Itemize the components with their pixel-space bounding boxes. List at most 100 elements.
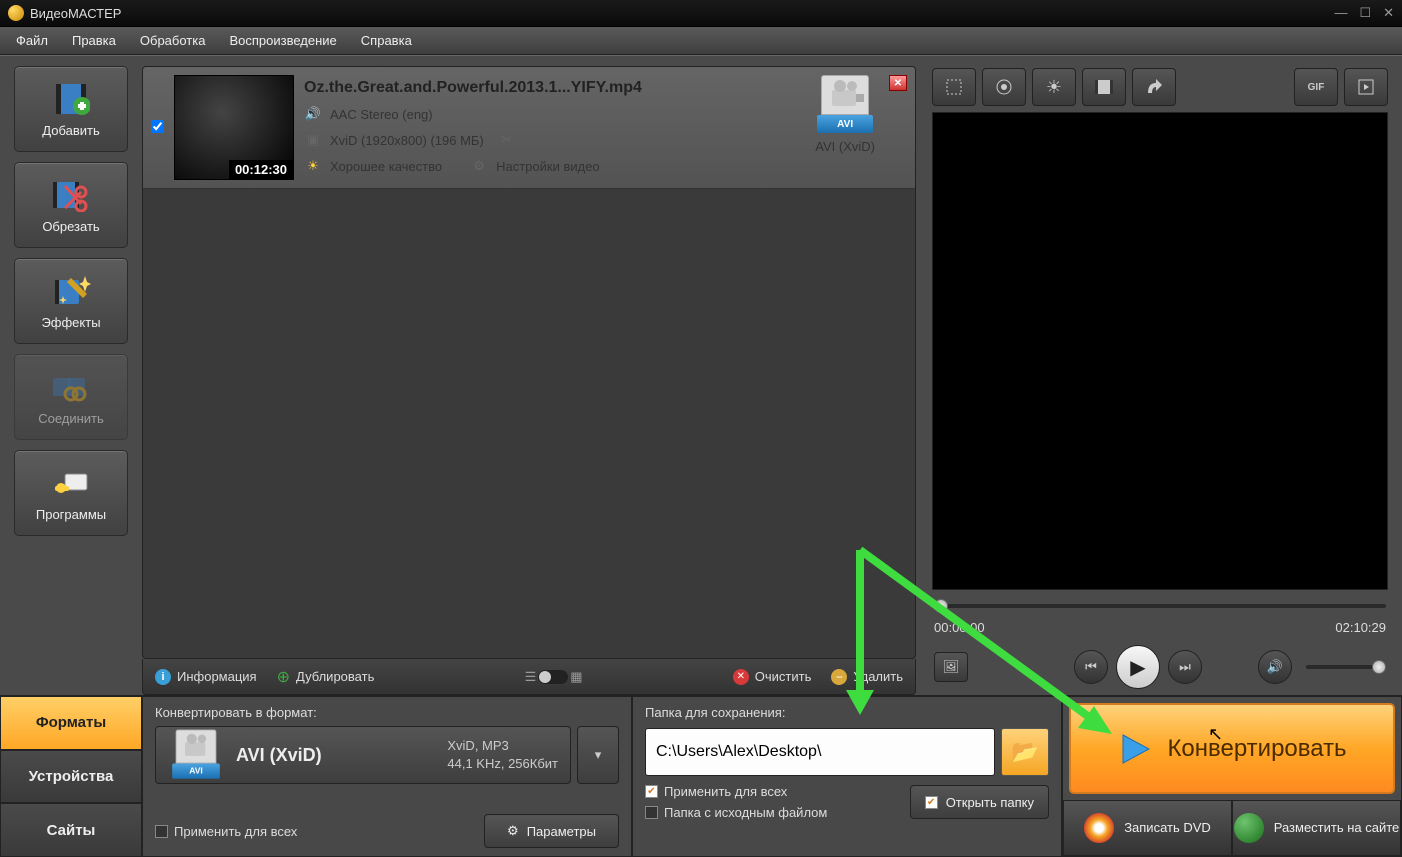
- publish-button[interactable]: Разместить на сайте: [1232, 800, 1401, 856]
- prev-button[interactable]: ⏮: [1074, 650, 1108, 684]
- enhance-tool[interactable]: [982, 68, 1026, 106]
- video-preview[interactable]: [932, 112, 1388, 590]
- crop-tool[interactable]: [932, 68, 976, 106]
- menu-file[interactable]: Файл: [6, 29, 58, 52]
- list-view-icon[interactable]: ☰: [525, 669, 537, 685]
- play-button[interactable]: ▶: [1116, 645, 1160, 689]
- volume-icon: 🔊: [1267, 659, 1283, 675]
- play-icon: ▶: [1130, 655, 1145, 680]
- camcorder-icon: [821, 75, 869, 115]
- volume-button[interactable]: 🔊: [1258, 650, 1292, 684]
- file-settings[interactable]: Настройки видео: [496, 159, 600, 174]
- folder-icon: 📂: [1011, 739, 1038, 765]
- join-label: Соединить: [38, 411, 104, 426]
- audio-icon: 🔊: [304, 105, 322, 123]
- info-button[interactable]: iИнформация: [155, 669, 257, 685]
- remove-file-button[interactable]: ✕: [889, 75, 907, 91]
- fullscreen-tool[interactable]: [1344, 68, 1388, 106]
- brightness-tool[interactable]: ☀: [1032, 68, 1076, 106]
- file-title: Oz.the.Great.and.Powerful.2013.1...YIFY.…: [304, 79, 805, 97]
- programs-button[interactable]: Программы: [14, 450, 128, 536]
- seek-slider[interactable]: [932, 596, 1388, 616]
- left-toolbar: Добавить Обрезать Эффекты Соединить Прог…: [0, 56, 142, 695]
- add-icon: [51, 81, 91, 117]
- programs-icon: [51, 465, 91, 501]
- browse-button[interactable]: 📂: [1001, 728, 1049, 776]
- next-button[interactable]: ⏭: [1168, 650, 1202, 684]
- menu-process[interactable]: Обработка: [130, 29, 216, 52]
- format-apply-all-checkbox[interactable]: Применить для всех: [155, 824, 297, 839]
- effects-label: Эффекты: [41, 315, 100, 330]
- format-name: AVI (XviD): [236, 745, 322, 766]
- save-apply-all-checkbox[interactable]: ✔Применить для всех: [645, 784, 827, 799]
- convert-button[interactable]: Конвертировать: [1069, 703, 1395, 794]
- convert-label: Конвертировать: [1167, 735, 1346, 763]
- add-button[interactable]: Добавить: [14, 66, 128, 152]
- programs-label: Программы: [36, 507, 106, 522]
- chevron-down-icon: ▾: [595, 747, 602, 763]
- trim-label: Обрезать: [42, 219, 99, 234]
- menu-playback[interactable]: Воспроизведение: [219, 29, 346, 52]
- add-label: Добавить: [42, 123, 99, 138]
- tab-sites[interactable]: Сайты: [0, 803, 142, 857]
- save-path-input[interactable]: C:\Users\Alex\Desktop\: [645, 728, 995, 776]
- info-icon: i: [155, 669, 171, 685]
- settings-icon[interactable]: ⚙: [470, 157, 488, 175]
- convert-play-icon: [1117, 731, 1153, 767]
- menu-edit[interactable]: Правка: [62, 29, 126, 52]
- format-dropdown[interactable]: ▾: [577, 726, 619, 784]
- current-time: 00:00:00: [934, 620, 985, 635]
- effects-button[interactable]: Эффекты: [14, 258, 128, 344]
- list-toolbar: iИнформация ⊕Дублировать ☰ ▦ ✕Очистить −…: [142, 659, 916, 695]
- parameters-button[interactable]: ⚙Параметры: [484, 814, 619, 848]
- file-thumbnail[interactable]: 00:12:30: [174, 75, 294, 180]
- scissors-icon[interactable]: ✂: [498, 131, 516, 149]
- burn-dvd-button[interactable]: Записать DVD: [1063, 800, 1232, 856]
- tab-devices[interactable]: Устройства: [0, 750, 142, 804]
- minimize-button[interactable]: —: [1334, 5, 1347, 21]
- menubar: Файл Правка Обработка Воспроизведение Сп…: [0, 27, 1402, 55]
- menu-help[interactable]: Справка: [351, 29, 422, 52]
- format-badge: AVI: [817, 115, 873, 133]
- globe-icon: [1234, 813, 1264, 843]
- effects-icon: [51, 273, 91, 309]
- gif-tool[interactable]: GIF: [1294, 68, 1338, 106]
- clear-icon: ✕: [733, 669, 749, 685]
- app-title: ВидеоМАСТЕР: [30, 6, 1334, 21]
- picture-icon: 🖼: [943, 659, 960, 675]
- preview-toolbar: ☀ GIF: [932, 66, 1388, 108]
- delete-button[interactable]: −Удалить: [831, 669, 903, 685]
- join-icon: [51, 369, 91, 405]
- dvd-icon: [1084, 813, 1114, 843]
- file-item[interactable]: 00:12:30 Oz.the.Great.and.Powerful.2013.…: [143, 67, 915, 189]
- grid-view-icon[interactable]: ▦: [570, 669, 582, 685]
- join-button: Соединить: [14, 354, 128, 440]
- snapshot-button[interactable]: 🖼: [934, 652, 968, 682]
- trim-button[interactable]: Обрезать: [14, 162, 128, 248]
- trim-icon: [51, 177, 91, 213]
- app-icon: [8, 5, 24, 21]
- open-folder-button[interactable]: ✔Открыть папку: [910, 785, 1049, 819]
- file-checkbox[interactable]: [151, 120, 164, 133]
- next-icon: ⏭: [1179, 659, 1191, 675]
- view-toggle[interactable]: ☰ ▦: [525, 669, 583, 685]
- speed-tool[interactable]: [1132, 68, 1176, 106]
- volume-slider[interactable]: [1306, 665, 1386, 669]
- duplicate-button[interactable]: ⊕Дублировать: [277, 667, 375, 687]
- tab-formats[interactable]: Форматы: [0, 696, 142, 750]
- file-audio: AAC Stereo (eng): [330, 107, 433, 122]
- camcorder-icon: [176, 730, 217, 764]
- close-button[interactable]: ✕: [1383, 5, 1394, 21]
- file-output-format[interactable]: AVI AVI (XviD): [815, 75, 875, 154]
- output-format-label: AVI (XviD): [815, 139, 875, 154]
- file-list: 00:12:30 Oz.the.Great.and.Powerful.2013.…: [142, 66, 916, 659]
- clear-button[interactable]: ✕Очистить: [733, 669, 812, 685]
- duplicate-icon: ⊕: [277, 667, 290, 687]
- format-selector[interactable]: AVI AVI (XviD) XviD, MP344,1 KHz, 256Кби…: [155, 726, 571, 784]
- file-quality: Хорошее качество: [330, 159, 442, 174]
- filmstrip-tool[interactable]: [1082, 68, 1126, 106]
- titlebar: ВидеоМАСТЕР — ☐ ✕: [0, 0, 1402, 27]
- source-folder-checkbox[interactable]: Папка с исходным файлом: [645, 805, 827, 820]
- file-video: XviD (1920x800) (196 МБ): [330, 133, 484, 148]
- maximize-button[interactable]: ☐: [1359, 5, 1371, 21]
